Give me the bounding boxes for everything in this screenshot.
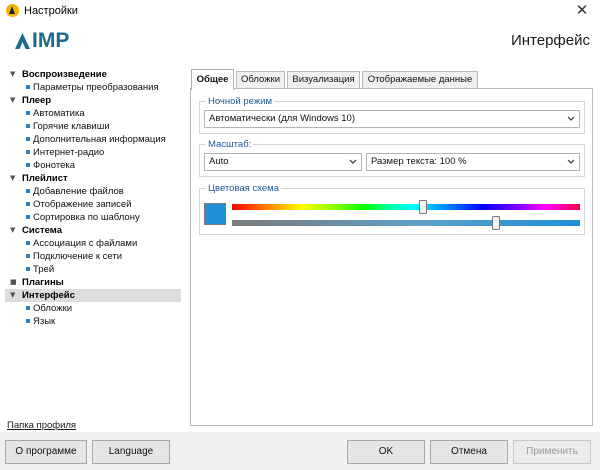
tree-category-system[interactable]: ▼ Система <box>5 224 181 237</box>
expand-icon[interactable]: ▼ <box>10 289 15 302</box>
tree-category-playback[interactable]: ▼ Воспроизведение <box>5 68 181 81</box>
bullet-icon <box>26 85 30 89</box>
expand-icon[interactable]: ▼ <box>10 68 15 81</box>
collapsed-icon[interactable]: ■ <box>10 276 17 289</box>
tree-item-template-sort[interactable]: Сортировка по шаблону <box>5 211 181 224</box>
title-bar: Настройки ✕ <box>0 0 600 22</box>
tab-general[interactable]: Общее <box>191 69 234 90</box>
scale-select[interactable]: Auto <box>204 153 362 171</box>
bullet-icon <box>26 163 30 167</box>
expand-icon[interactable]: ▼ <box>10 172 15 185</box>
close-icon[interactable]: ✕ <box>574 1 590 19</box>
bullet-icon <box>26 111 30 115</box>
tree-category-interface[interactable]: ▼ Интерфейс <box>5 289 181 302</box>
saturation-slider-track[interactable] <box>232 220 580 226</box>
language-button[interactable]: Language <box>92 440 170 464</box>
bullet-icon <box>26 306 30 310</box>
aimp-app-icon <box>6 4 19 17</box>
tree-item-file-association[interactable]: Ассоциация с файлами <box>5 237 181 250</box>
bullet-icon <box>26 202 30 206</box>
tree-item-automation[interactable]: Автоматика <box>5 107 181 120</box>
bullet-icon <box>26 254 30 258</box>
tree-category-playlist[interactable]: ▼ Плейлист <box>5 172 181 185</box>
tree-item-network[interactable]: Подключение к сети <box>5 250 181 263</box>
bullet-icon <box>26 150 30 154</box>
night-mode-legend: Ночной режим <box>206 96 275 107</box>
tab-displayed-data[interactable]: Отображаемые данные <box>362 71 478 89</box>
bullet-icon <box>26 267 30 271</box>
chevron-down-icon <box>567 115 575 122</box>
night-mode-value: Автоматически (для Windows 10) <box>209 113 355 124</box>
color-scheme-legend: Цветовая схема <box>206 183 281 194</box>
tree-item-language[interactable]: Язык <box>5 315 181 328</box>
night-mode-select[interactable]: Автоматически (для Windows 10) <box>204 110 580 128</box>
settings-content: Ночной режим Автоматически (для Windows … <box>190 88 593 426</box>
apply-button[interactable]: Применить <box>513 440 591 464</box>
expand-icon[interactable]: ▼ <box>10 94 15 107</box>
aimp-logo: IMP <box>14 29 70 52</box>
tree-item-skins[interactable]: Обложки <box>5 302 181 315</box>
ok-button[interactable]: OK <box>347 440 425 464</box>
color-swatch[interactable] <box>204 203 226 225</box>
bullet-icon <box>26 137 30 141</box>
tab-visualization[interactable]: Визуализация <box>287 71 360 89</box>
chevron-down-icon <box>567 158 575 165</box>
header: IMP Интерфейс <box>0 22 600 62</box>
tree-item-tray[interactable]: Трей <box>5 263 181 276</box>
profile-folder-link[interactable]: Папка профиля <box>7 420 76 431</box>
hue-slider-track[interactable] <box>232 204 580 210</box>
scale-legend: Масштаб: <box>206 139 254 150</box>
settings-tree: ▼ Воспроизведение Параметры преобразовани… <box>5 66 185 426</box>
hue-slider-thumb[interactable] <box>419 200 428 214</box>
tab-skins[interactable]: Обложки <box>236 71 285 89</box>
cancel-button[interactable]: Отмена <box>430 440 508 464</box>
bullet-icon <box>26 124 30 128</box>
saturation-slider-thumb[interactable] <box>492 216 501 230</box>
tree-item-additional-info[interactable]: Дополнительная информация <box>5 133 181 146</box>
expand-icon[interactable]: ▼ <box>10 224 15 237</box>
tree-item-adding-files[interactable]: Добавление файлов <box>5 185 181 198</box>
tree-item-hotkeys[interactable]: Горячие клавиши <box>5 120 181 133</box>
tree-category-plugins[interactable]: ■ Плагины <box>5 276 181 289</box>
color-scheme-group: Цветовая схема <box>199 183 585 235</box>
scale-value: Auto <box>209 156 229 167</box>
tree-item-music-library[interactable]: Фонотека <box>5 159 181 172</box>
tree-category-player[interactable]: ▼ Плеер <box>5 94 181 107</box>
about-button[interactable]: О программе <box>5 440 87 464</box>
logo-text: IMP <box>32 29 70 52</box>
bullet-icon <box>26 241 30 245</box>
chevron-down-icon <box>349 158 357 165</box>
text-size-select[interactable]: Размер текста: 100 % <box>366 153 580 171</box>
page-title: Интерфейс <box>510 32 590 49</box>
window-title: Настройки <box>24 5 78 17</box>
bullet-icon <box>26 215 30 219</box>
night-mode-group: Ночной режим Автоматически (для Windows … <box>199 96 585 134</box>
tree-item-record-display[interactable]: Отображение записей <box>5 198 181 211</box>
logo-triangle-icon <box>15 33 30 49</box>
footer: О программе Language OK Отмена Применить <box>0 432 600 470</box>
text-size-value: Размер текста: 100 % <box>371 156 467 167</box>
tree-item-conversion-params[interactable]: Параметры преобразования <box>5 81 181 94</box>
scale-group: Масштаб: Auto Размер текста: 100 % <box>199 139 585 177</box>
bullet-icon <box>26 189 30 193</box>
bullet-icon <box>26 319 30 323</box>
tree-item-internet-radio[interactable]: Интернет-радио <box>5 146 181 159</box>
